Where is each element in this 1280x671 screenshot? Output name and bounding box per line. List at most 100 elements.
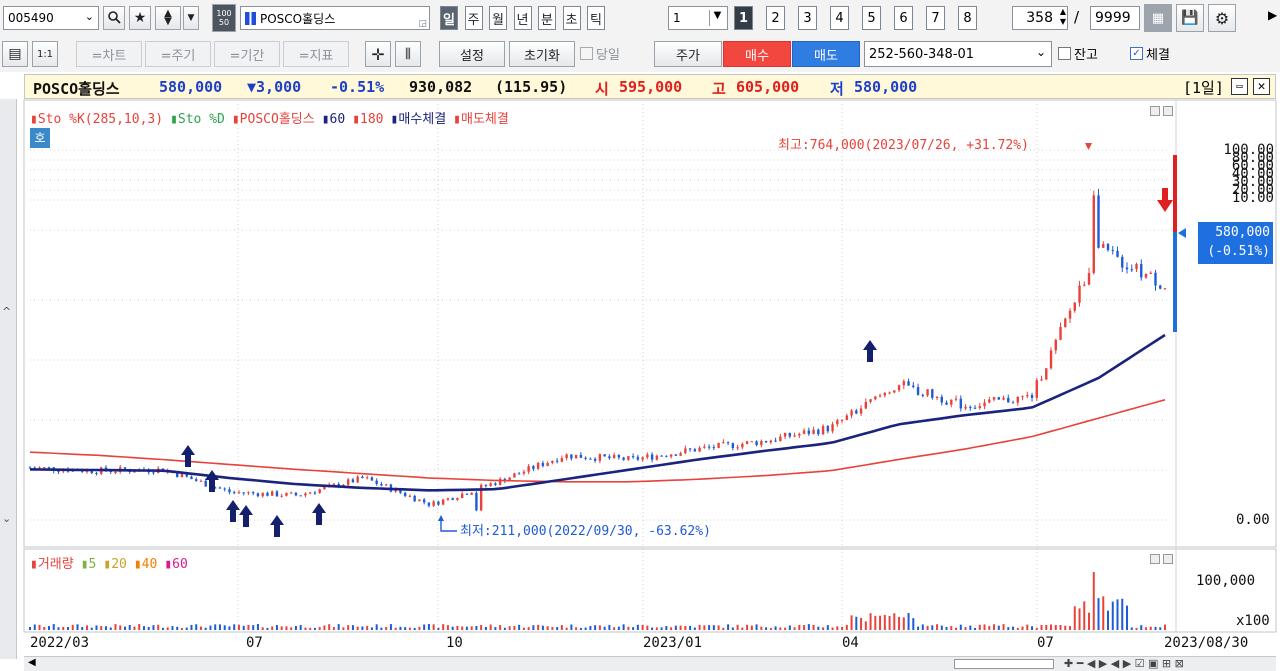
candle-body-81: [413, 495, 416, 502]
period-tab-4[interactable]: 분: [538, 6, 556, 30]
interval-num-1[interactable]: 1: [734, 6, 753, 30]
panel-close-icon[interactable]: [1163, 106, 1173, 116]
expand-arrow-icon[interactable]: ▶: [1268, 8, 1277, 22]
interval-num-7[interactable]: 7: [926, 6, 945, 30]
price-button[interactable]: 주가: [654, 41, 722, 67]
volume-bar-202: [988, 625, 991, 630]
vol-panel-minimize-icon[interactable]: [1150, 554, 1160, 564]
reset-button[interactable]: 초기화: [509, 41, 575, 67]
volume-bar-83: [423, 624, 426, 630]
scroll-left-icon[interactable]: ◀: [28, 657, 36, 668]
candle-body-87: [441, 499, 445, 505]
balance-checkbox[interactable]: 잔고: [1058, 44, 1098, 63]
table-view-button[interactable]: ▤: [2, 41, 28, 67]
buy-button[interactable]: 매수: [723, 41, 791, 67]
candle-body-3: [43, 467, 46, 469]
max-count-field[interactable]: 9999: [1090, 6, 1140, 30]
candle-body-26: [152, 472, 155, 474]
volume-bar-46: [247, 624, 250, 630]
volume-bar-206: [1007, 627, 1010, 630]
chevron-down-icon[interactable]: ⌄: [85, 10, 94, 23]
candle-body-177: [869, 399, 872, 402]
restore-window-icon[interactable]: ▭: [1231, 78, 1248, 95]
period-tab-5[interactable]: 초: [562, 6, 581, 30]
volume-bar-117: [584, 627, 587, 630]
period-tab-1[interactable]: 주: [464, 6, 483, 30]
close-icon[interactable]: ✕: [1253, 78, 1270, 95]
interval-combo[interactable]: 1 ▼: [668, 6, 728, 30]
candle-body-78: [399, 488, 402, 493]
vol-panel-close-icon[interactable]: [1163, 554, 1173, 564]
dropdown-button[interactable]: ▼: [183, 6, 199, 30]
volume-bar-33: [185, 627, 188, 630]
indicator-button[interactable]: =지표: [283, 41, 349, 67]
period-tab-6[interactable]: 틱: [587, 6, 605, 30]
interval-num-3[interactable]: 3: [798, 6, 817, 30]
cycle-button[interactable]: =주기: [145, 41, 211, 67]
scroll-down-icon[interactable]: ⌄: [2, 512, 11, 525]
save-button[interactable]: 💾: [1176, 4, 1204, 32]
scroll-up-icon[interactable]: ^: [2, 305, 11, 318]
grid-toggle-button[interactable]: ▦: [1144, 4, 1172, 32]
candle-body-47: [252, 492, 255, 494]
today-checkbox[interactable]: 당일: [580, 44, 620, 63]
volume-bar-126: [627, 626, 630, 630]
spin-arrows-icon[interactable]: ▲ ▼: [1060, 7, 1066, 27]
period-tab-2[interactable]: 월: [489, 6, 507, 30]
ratio-1-1-button[interactable]: 1:1: [32, 41, 58, 67]
stock-name-field[interactable]: POSCO홀딩스 ◲: [240, 6, 430, 30]
settings-text-button[interactable]: 설정: [439, 41, 505, 67]
volume-bar-111: [556, 627, 559, 630]
stock-code-combo[interactable]: 005490 ⌄: [3, 6, 99, 30]
cycle-label: =주기: [160, 48, 196, 64]
chevron-down-icon[interactable]: ⌄: [1036, 45, 1046, 59]
draw-tool-button[interactable]: ⫼: [395, 41, 421, 67]
period-tab-0[interactable]: 일: [440, 6, 458, 30]
buy-marker-4: [270, 515, 284, 537]
candle-body-140: [693, 449, 697, 452]
candle-body-70: [361, 476, 364, 479]
count-spinner[interactable]: 358 ▲ ▼: [1012, 6, 1068, 30]
bottom-scrollbar[interactable]: ◀ ✚ ━ ◀ ▶ ◀ ▶ ☑ ▣ ⊞ ⊠: [24, 656, 1276, 671]
interval-num-6[interactable]: 6: [894, 6, 913, 30]
x-axis-last-date: 2023/08/30: [1164, 635, 1249, 651]
ratio-100-50-button[interactable]: 100 50: [212, 4, 236, 32]
updown-button[interactable]: ▲ ▼: [155, 6, 181, 30]
zoom-tools[interactable]: ✚ ━ ◀ ▶ ◀ ▶ ☑ ▣ ⊞ ⊠: [1064, 657, 1184, 670]
scroll-thumb[interactable]: [954, 659, 1054, 669]
volume-bar-54: [285, 626, 288, 630]
crosshair-button[interactable]: ✛: [365, 41, 391, 67]
search-button[interactable]: [103, 6, 125, 30]
candle-body-178: [874, 396, 877, 400]
volume-bar-79: [404, 627, 407, 630]
panel-minimize-icon[interactable]: [1150, 106, 1160, 116]
volume-bar-235: [1145, 627, 1148, 630]
sell-label: 매도: [814, 48, 838, 64]
ma60-line: [29, 333, 1166, 492]
ho-tab[interactable]: 호: [30, 128, 50, 148]
favorite-button[interactable]: ★: [129, 6, 151, 30]
candle-body-163: [802, 430, 806, 434]
interval-num-4[interactable]: 4: [830, 6, 849, 30]
interval-num-2[interactable]: 2: [766, 6, 785, 30]
candle-body-14: [95, 472, 98, 474]
candle-body-149: [736, 447, 739, 449]
volume-bar-72: [370, 627, 373, 630]
volume-bar-226: [1102, 596, 1105, 630]
period-button[interactable]: =기간: [214, 41, 280, 67]
candle-body-7: [62, 469, 65, 472]
period-tab-3[interactable]: 년: [513, 6, 532, 30]
info-change: ▼3,000: [247, 78, 302, 96]
triangle-down-icon[interactable]: ▼: [709, 10, 725, 26]
settings-button[interactable]: ⚙: [1208, 4, 1236, 32]
volume-bar-193: [945, 626, 948, 630]
interval-num-5[interactable]: 5: [862, 6, 881, 30]
sell-button[interactable]: 매도: [792, 41, 860, 67]
interval-num-8[interactable]: 8: [958, 6, 977, 30]
chart-button[interactable]: =차트: [76, 41, 142, 67]
execution-checkbox[interactable]: ✓ 체결: [1130, 44, 1170, 63]
execution-label: 체결: [1146, 48, 1170, 63]
account-combo[interactable]: 252-560-348-01 ⌄: [864, 41, 1052, 67]
volume-bar-180: [883, 614, 886, 630]
candle-body-173: [850, 410, 853, 416]
